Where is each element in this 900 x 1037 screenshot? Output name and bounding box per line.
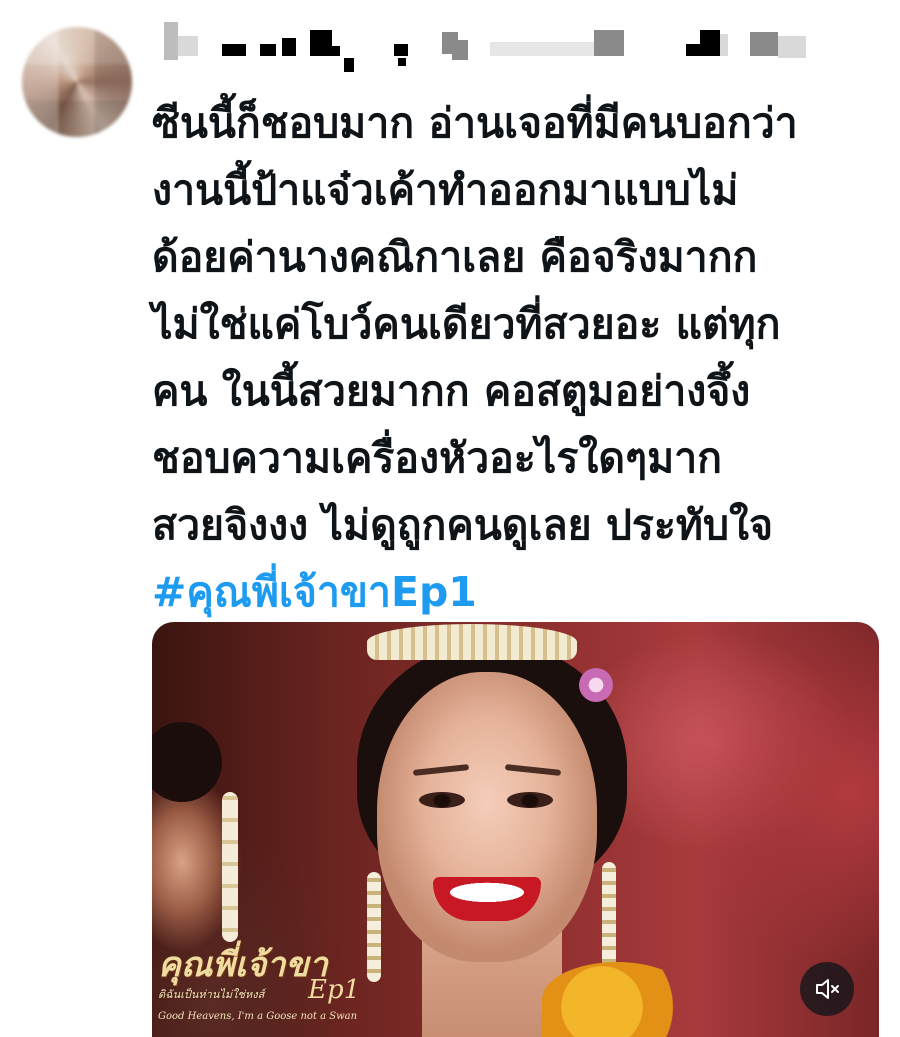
tweet-text-line: ชอบความเครื่องหัวอะไรใดๆมาก	[152, 434, 722, 482]
tweet-text-line: ด้อยค่านางคณิกาเลย คือจริงมากก	[152, 233, 758, 281]
hashtag-link[interactable]: #คุณพี่เจ้าขาEp1	[152, 559, 882, 626]
flower-decoration	[579, 668, 613, 702]
show-logo: คุณพี่เจ้าขา ดิฉันเป็นห่านไม่ใช่หงส์ Goo…	[158, 947, 368, 1037]
earring	[367, 872, 381, 982]
smile	[433, 877, 541, 921]
tweet-text-line: สวยจิงงง ไม่ดูถูกคนดูเลย ประทับใจ	[152, 501, 774, 549]
tweet-text: ซีนนี้ก็ชอบมาก อ่านเจอที่มีคนบอกว่า งานน…	[152, 90, 882, 626]
mute-button[interactable]	[800, 962, 854, 1016]
username-redacted[interactable]	[160, 22, 820, 82]
tweet-video[interactable]: คุณพี่เจ้าขา ดิฉันเป็นห่านไม่ใช่หงส์ Goo…	[152, 622, 879, 1037]
episode-label: Ep1	[308, 975, 361, 1005]
tweet-text-line: ซีนนี้ก็ชอบมาก อ่านเจอที่มีคนบอกว่า	[152, 99, 798, 147]
tweet-text-line: คน ในนี้สวยมากก คอสตูมอย่างจึ้ง	[152, 367, 751, 415]
garland-decoration	[222, 792, 238, 942]
flower-garland	[542, 962, 692, 1037]
earring	[602, 862, 616, 972]
show-logo-english: Good Heavens, I'm a Goose not a Swan	[158, 1011, 358, 1022]
tweet-text-line: งานนี้ป้าแจ๋วเค้าทำออกมาแบบไม่	[152, 166, 739, 214]
tweet-text-line: ไม่ใช่แค่โบว์คนเดียวที่สวยอะ แต่ทุก	[152, 300, 781, 348]
actress-portrait	[347, 622, 747, 1037]
flower-headdress	[367, 624, 577, 660]
avatar[interactable]	[22, 27, 132, 137]
speaker-muted-icon	[816, 979, 839, 999]
